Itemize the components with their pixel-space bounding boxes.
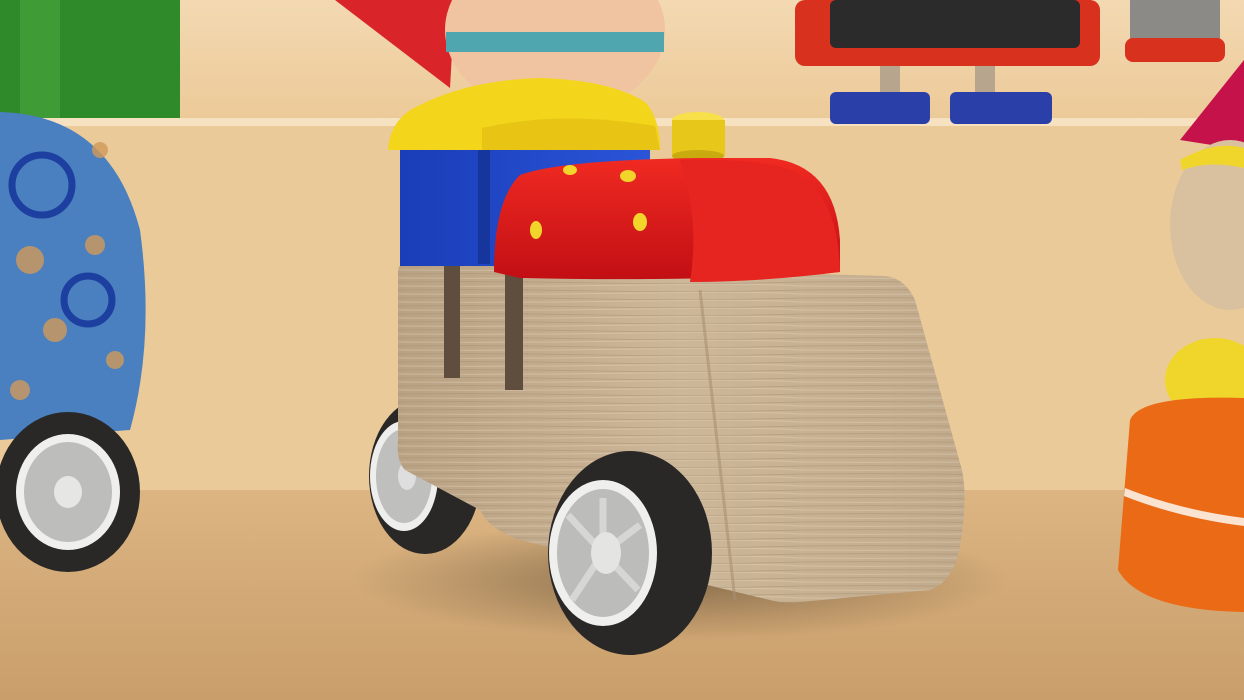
orange-ring-toy [1118,397,1244,612]
robot-toy-face [830,0,1080,48]
egg-stripe [446,32,664,52]
yellow-roof-front [482,118,660,150]
body-slot-left [444,266,460,378]
robot-toy-neck-left [880,66,900,96]
robot-toy-foot-left [830,92,930,124]
body-slot-right [505,270,523,390]
blue-cab-side [478,132,490,264]
green-cylinder-highlight [20,0,60,118]
front-wheel [548,451,712,655]
robot-toy-foot-right [950,92,1052,124]
left-toy-wheel [0,412,140,572]
small-peg-base [1125,38,1225,62]
toy-train-scene [0,0,1244,700]
robot-toy-neck-right [975,66,995,96]
